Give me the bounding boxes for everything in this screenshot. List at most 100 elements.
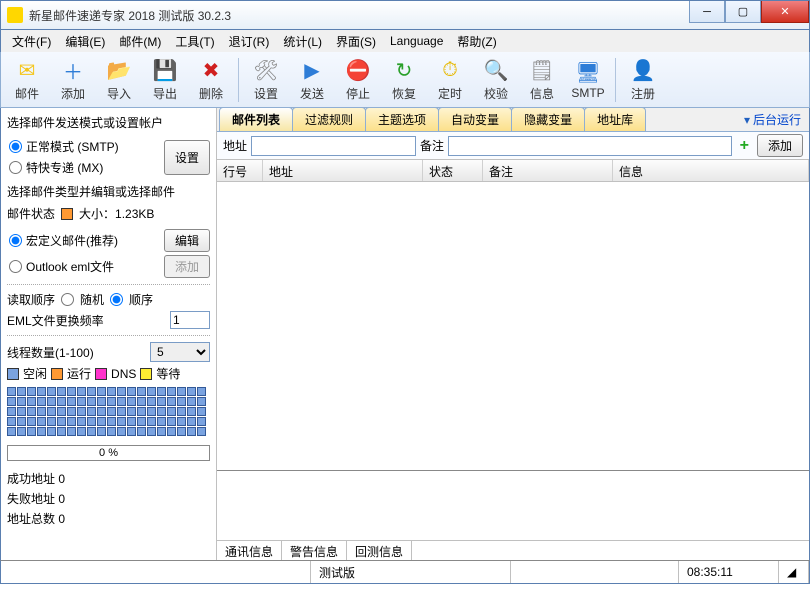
mode-express-label: 特快专递 (MX) [26, 159, 103, 176]
app-icon [7, 7, 23, 23]
toolbar-设置[interactable]: 🛠设置 [244, 55, 288, 105]
bottom-tab-通讯信息[interactable]: 通讯信息 [217, 541, 282, 560]
menu-item[interactable]: 编辑(E) [58, 31, 112, 52]
log-area[interactable] [217, 471, 809, 540]
toolbar-SMTP[interactable]: 🖥SMTP [566, 55, 610, 105]
outlook-add-button: 添加 [164, 255, 210, 278]
menu-item[interactable]: Language [383, 32, 450, 50]
macro-mail-radio[interactable] [9, 234, 22, 247]
删除-icon: ✖ [198, 58, 224, 84]
tab-主题选项[interactable]: 主题选项 [365, 107, 439, 131]
bottom-pane: 通讯信息警告信息回测信息 [217, 470, 809, 560]
total-count: 地址总数 0 [7, 510, 210, 527]
tab-自动变量[interactable]: 自动变量 [438, 107, 512, 131]
legend-wait: 等待 [156, 365, 180, 382]
toolbar-定时[interactable]: ⏱定时 [428, 55, 472, 105]
note-input[interactable] [448, 136, 732, 156]
tab-地址库[interactable]: 地址库 [584, 107, 646, 131]
发送-icon: ▶ [299, 58, 325, 84]
statusbar: 测试版 08:35:11 ◢ [0, 560, 810, 584]
legend-wait-icon [140, 368, 152, 380]
list-header: 行号 地址 状态 备注 信息 [217, 160, 809, 182]
menu-item[interactable]: 界面(S) [329, 31, 383, 52]
col-info[interactable]: 信息 [613, 160, 809, 181]
sidebar: 选择邮件发送模式或设置帐户 正常模式 (SMTP) 特快专递 (MX) 设置 选… [1, 108, 216, 560]
menu-item[interactable]: 邮件(M) [112, 31, 168, 52]
mail-size-label: 大小：1.23KB [79, 205, 154, 222]
menu-item[interactable]: 文件(F) [5, 31, 58, 52]
menu-item[interactable]: 统计(L) [276, 31, 329, 52]
status-time: 08:35:11 [679, 561, 779, 583]
settings-button[interactable]: 设置 [164, 140, 210, 175]
toolbar-注册[interactable]: 👤注册 [621, 55, 665, 105]
bottom-tab-回测信息[interactable]: 回测信息 [347, 541, 412, 560]
titlebar: 新星邮件速递专家 2018 测试版 30.2.3 ─ ▢ ✕ [0, 0, 810, 30]
close-button[interactable]: ✕ [761, 1, 809, 23]
tab-过滤规则[interactable]: 过滤规则 [292, 107, 366, 131]
status-color-icon [61, 208, 73, 220]
col-note[interactable]: 备注 [483, 160, 613, 181]
mode-express-radio[interactable] [9, 161, 22, 174]
order-random-label: 随机 [80, 291, 104, 308]
toolbar-信息[interactable]: 🗒信息 [520, 55, 564, 105]
邮件-icon: ✉ [14, 58, 40, 84]
toolbar-导入[interactable]: 📂导入 [97, 55, 141, 105]
outlook-eml-radio[interactable] [9, 260, 22, 273]
添加-icon: ＋ [60, 58, 86, 84]
toolbar-恢复[interactable]: ↻恢复 [382, 55, 426, 105]
status-mid: 测试版 [311, 561, 511, 583]
toolbar-删除[interactable]: ✖删除 [189, 55, 233, 105]
edit-button[interactable]: 编辑 [164, 229, 210, 252]
menubar: 文件(F)编辑(E)邮件(M)工具(T)退订(R)统计(L)界面(S)Langu… [0, 30, 810, 52]
tab-邮件列表[interactable]: 邮件列表 [219, 107, 293, 131]
progress-text: 0 % [99, 447, 118, 459]
mode-normal-radio[interactable] [9, 140, 22, 153]
col-rownum[interactable]: 行号 [217, 160, 263, 181]
window-title: 新星邮件速递专家 2018 测试版 30.2.3 [29, 7, 689, 24]
设置-icon: 🛠 [253, 58, 279, 84]
legend-dns: DNS [111, 367, 136, 381]
legend-idle: 空闲 [23, 365, 47, 382]
order-seq-radio[interactable] [110, 293, 123, 306]
menu-item[interactable]: 帮助(Z) [450, 31, 503, 52]
order-random-radio[interactable] [61, 293, 74, 306]
toolbar-添加[interactable]: ＋添加 [51, 55, 95, 105]
minimize-button[interactable]: ─ [689, 1, 725, 23]
read-order-label: 读取顺序 [7, 291, 55, 308]
content-area: 邮件列表过滤规则主题选项自动变量隐藏变量地址库 ▾ 后台运行 地址 备注 + 添… [216, 108, 809, 560]
tab-隐藏变量[interactable]: 隐藏变量 [511, 107, 585, 131]
thread-count-select[interactable]: 5 [150, 342, 210, 362]
toolbar-邮件[interactable]: ✉邮件 [5, 55, 49, 105]
background-run-link[interactable]: ▾ 后台运行 [744, 111, 801, 131]
content-tabs: 邮件列表过滤规则主题选项自动变量隐藏变量地址库 ▾ 后台运行 [217, 108, 809, 132]
add-icon[interactable]: + [736, 137, 753, 155]
address-input[interactable] [251, 136, 416, 156]
toolbar-校验[interactable]: 🔍校验 [474, 55, 518, 105]
bottom-tab-警告信息[interactable]: 警告信息 [282, 541, 347, 560]
eml-freq-input[interactable] [170, 311, 210, 329]
maximize-button[interactable]: ▢ [725, 1, 761, 23]
thread-grid [7, 387, 210, 436]
toolbar-停止[interactable]: ⛔停止 [336, 55, 380, 105]
note-label: 备注 [420, 137, 444, 154]
resize-grip-icon[interactable]: ◢ [779, 561, 809, 583]
addr-label: 地址 [223, 137, 247, 154]
menu-item[interactable]: 工具(T) [168, 31, 221, 52]
mailtype-section-title: 选择邮件类型并编辑或选择邮件 [7, 181, 210, 202]
toolbar-发送[interactable]: ▶发送 [290, 55, 334, 105]
thread-count-label: 线程数量(1-100) [7, 344, 94, 361]
add-button[interactable]: 添加 [757, 134, 803, 157]
校验-icon: 🔍 [483, 58, 509, 84]
col-status[interactable]: 状态 [423, 160, 483, 181]
list-body[interactable] [217, 182, 809, 470]
chevron-down-icon: ▾ [744, 113, 750, 127]
toolbar-导出[interactable]: 💾导出 [143, 55, 187, 105]
legend-dns-icon [95, 368, 107, 380]
menu-item[interactable]: 退订(R) [222, 31, 277, 52]
mode-normal-label: 正常模式 (SMTP) [26, 138, 119, 155]
macro-mail-label: 宏定义邮件(推荐) [26, 232, 118, 249]
信息-icon: 🗒 [529, 58, 555, 84]
legend-idle-icon [7, 368, 19, 380]
定时-icon: ⏱ [437, 58, 463, 84]
col-addr[interactable]: 地址 [263, 160, 423, 181]
